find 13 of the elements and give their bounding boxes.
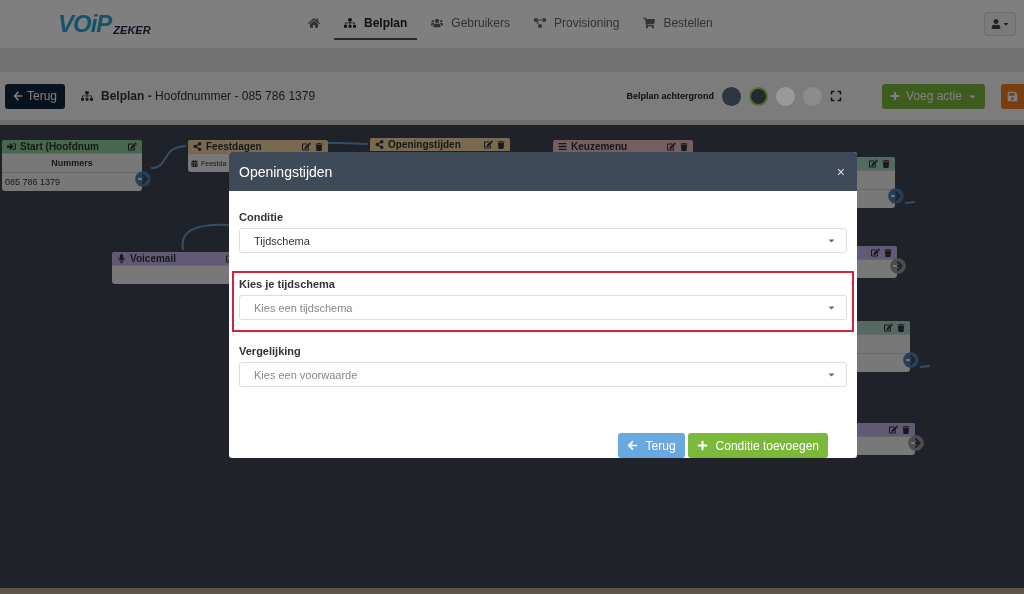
breadcrumb-title: Belplan - Hoofdnummer - 085 786 1379 [101,89,316,103]
node-row-heading: Nummers [51,158,93,168]
node-title: Feestdagen [206,141,262,152]
node-title: Voicemail [130,253,176,264]
node-row-text: 085 786 1379 [5,177,61,187]
logo-subtitle: ZEKER [113,24,151,36]
background-label: Belplan achtergrond [626,91,714,101]
field-label: Conditie [239,211,284,223]
node-title: Openingstijden [388,139,461,150]
node-title: Keuzemenu [571,141,628,152]
field-label: Vergelijking [239,345,302,357]
dialog-title: Openingstijden [239,163,333,180]
node-title: Start (Hoofdnum [20,141,99,152]
